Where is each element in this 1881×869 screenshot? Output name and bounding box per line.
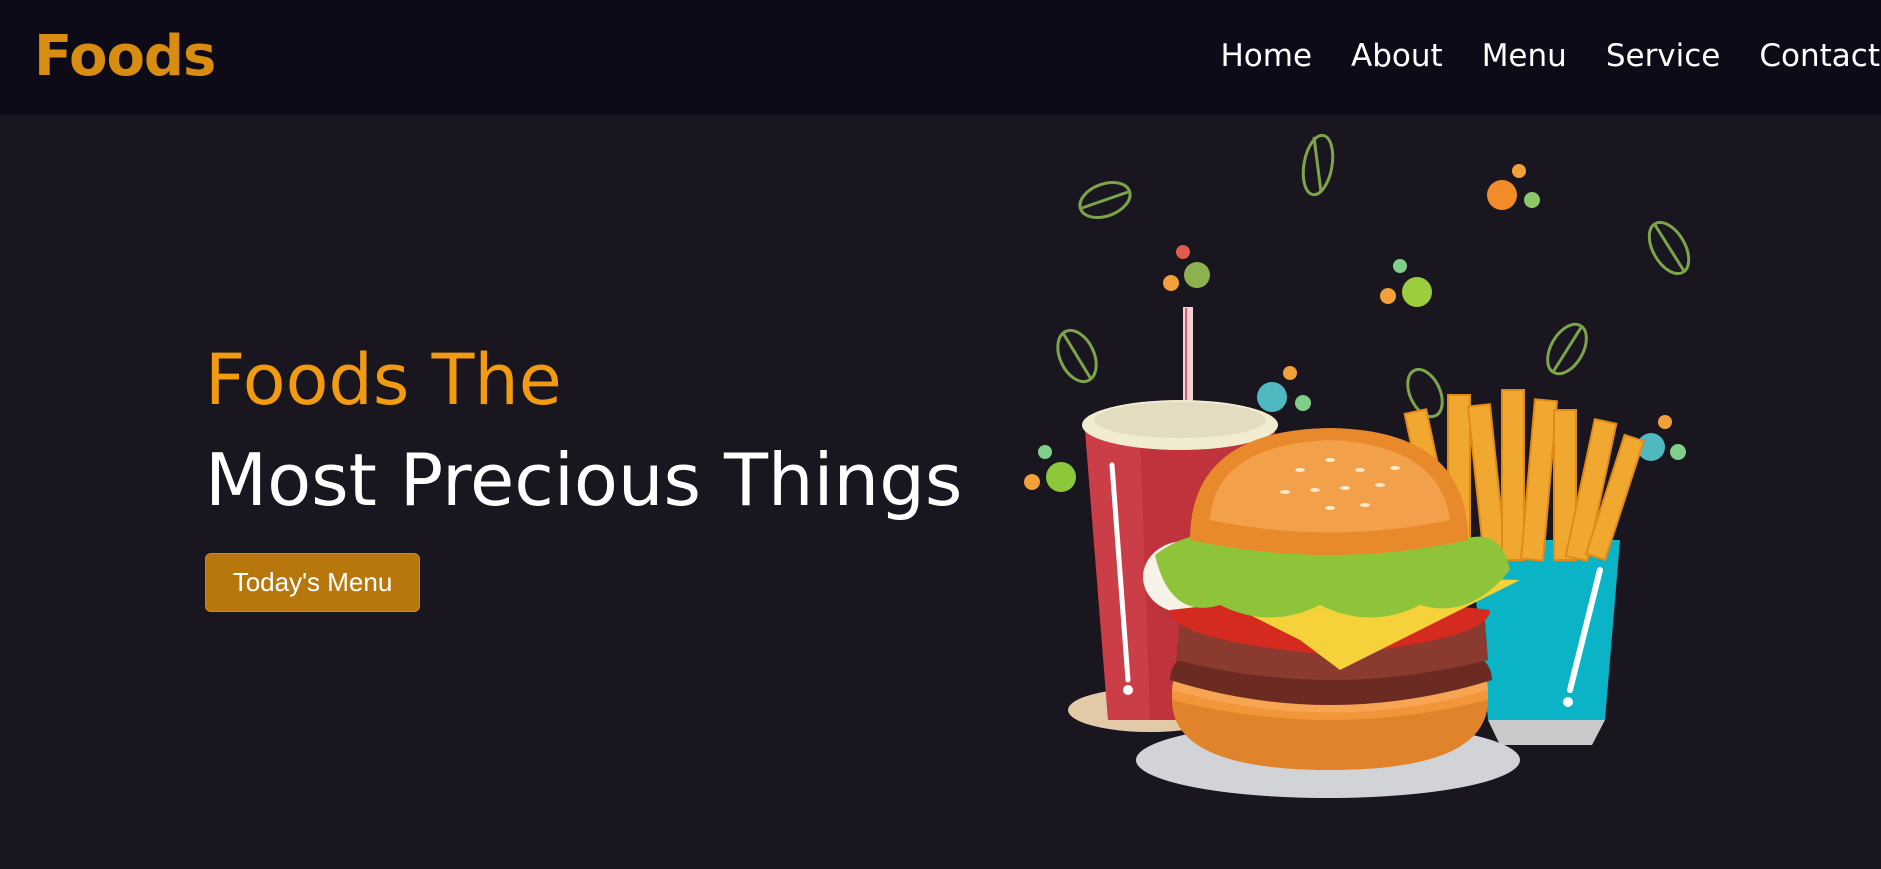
nav-item-contact[interactable]: Contact	[1759, 38, 1880, 74]
nav-item-about[interactable]: About	[1351, 38, 1443, 74]
nav-item-home[interactable]: Home	[1220, 38, 1312, 74]
hero-headline-accent: Foods The	[205, 339, 562, 421]
nav-links: Home About Menu Service Contact	[1220, 33, 1881, 79]
brand-logo[interactable]: Foods	[34, 22, 216, 92]
todays-menu-button[interactable]: Today's Menu	[205, 553, 420, 612]
hero-headline-main: Most Precious Things	[205, 438, 963, 522]
nav-item-menu[interactable]: Menu	[1482, 38, 1567, 74]
burger-fries-drink-illustration	[1024, 133, 1691, 798]
navbar: Foods Home About Menu Service Contact	[0, 0, 1881, 115]
nav-item-service[interactable]: Service	[1606, 38, 1721, 74]
